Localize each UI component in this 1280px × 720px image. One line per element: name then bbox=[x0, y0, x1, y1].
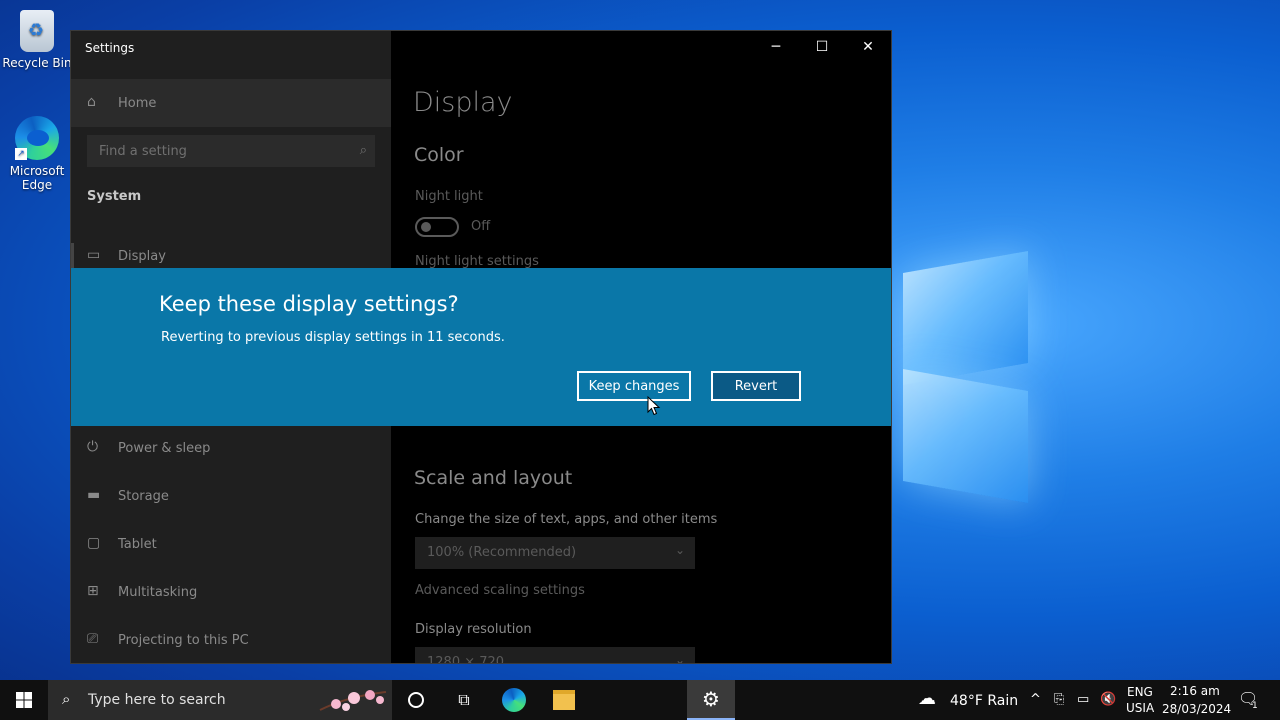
night-light-toggle[interactable] bbox=[415, 217, 459, 237]
sidebar-item-label: Multitasking bbox=[118, 585, 198, 600]
cortana-button[interactable] bbox=[392, 680, 440, 720]
sidebar-section-heading: System bbox=[87, 189, 142, 204]
dialog-message: Reverting to previous display settings i… bbox=[161, 330, 505, 345]
windows-start-icon bbox=[16, 692, 32, 708]
window-title: Settings bbox=[85, 41, 135, 55]
tablet-icon: ▢ bbox=[87, 535, 101, 551]
network-icon[interactable]: ▭ bbox=[1077, 692, 1089, 707]
night-light-state: Off bbox=[471, 219, 491, 234]
folder-icon bbox=[553, 690, 575, 710]
cherry-blossom-icon bbox=[319, 690, 387, 711]
clock-date[interactable]: 28/03/2024 bbox=[1162, 702, 1231, 716]
night-light-settings-link[interactable]: Night light settings bbox=[415, 254, 539, 269]
sidebar-item-label: Storage bbox=[118, 489, 169, 504]
selected-indicator bbox=[71, 243, 74, 271]
language-code[interactable]: ENG bbox=[1127, 685, 1153, 699]
sidebar-item-label: Home bbox=[118, 96, 157, 111]
desktop-icon-recycle-bin[interactable]: Recycle Bin bbox=[2, 10, 72, 70]
taskbar-file-explorer[interactable] bbox=[540, 680, 588, 720]
dialog-title: Keep these display settings? bbox=[159, 292, 459, 316]
keep-display-settings-dialog: Keep these display settings? Reverting t… bbox=[71, 268, 891, 426]
taskbar-edge[interactable] bbox=[490, 680, 538, 720]
gear-icon: ⚙ bbox=[702, 687, 720, 711]
volume-muted-icon[interactable]: 🔇 bbox=[1100, 692, 1116, 707]
resolution-dropdown[interactable]: 1280 × 720 ⌄ bbox=[415, 647, 695, 663]
scale-dropdown[interactable]: 100% (Recommended) ⌄ bbox=[415, 537, 695, 569]
notification-count-badge: 1 bbox=[1252, 701, 1258, 711]
desktop-icon-label: Recycle Bin bbox=[2, 56, 72, 70]
multitasking-icon: ⊞ bbox=[87, 583, 99, 599]
revert-button[interactable]: Revert bbox=[711, 371, 801, 401]
clock-time[interactable]: 2:16 am bbox=[1170, 684, 1220, 698]
home-icon: ⌂ bbox=[87, 94, 96, 110]
sidebar-item-label: Power & sleep bbox=[118, 441, 211, 456]
taskbar-settings[interactable]: ⚙ bbox=[687, 680, 735, 720]
monitor-icon: ▭ bbox=[87, 247, 101, 263]
resolution-label: Display resolution bbox=[415, 622, 532, 637]
night-light-label: Night light bbox=[415, 189, 483, 204]
scale-label: Change the size of text, apps, and other… bbox=[415, 512, 718, 527]
advanced-scaling-link[interactable]: Advanced scaling settings bbox=[415, 583, 585, 598]
meet-now-icon[interactable]: ⎘ bbox=[1054, 692, 1064, 707]
desktop-icon-microsoft-edge[interactable]: ↗ Microsoft Edge bbox=[2, 116, 72, 192]
resolution-dropdown-value: 1280 × 720 bbox=[427, 655, 505, 663]
task-view-button[interactable]: ⧉ bbox=[440, 680, 488, 720]
page-title: Display bbox=[413, 87, 513, 118]
projecting-icon: ⎚ bbox=[87, 631, 99, 647]
sidebar-item-label: Tablet bbox=[118, 537, 157, 552]
storage-icon: ▬ bbox=[87, 487, 101, 503]
search-icon: ⌕ bbox=[62, 690, 71, 708]
sidebar-item-label: Projecting to this PC bbox=[118, 633, 249, 648]
weather-rain-icon[interactable]: ☁ bbox=[918, 688, 936, 709]
shortcut-arrow-icon: ↗ bbox=[15, 148, 27, 160]
power-icon: ⏻ bbox=[87, 439, 99, 455]
desktop-icon-label: Microsoft Edge bbox=[9, 164, 65, 192]
taskbar-search-box[interactable]: ⌕ Type here to search bbox=[48, 680, 392, 720]
find-setting-input[interactable] bbox=[87, 135, 361, 167]
recycle-bin-icon bbox=[20, 10, 54, 52]
chevron-down-icon: ⌄ bbox=[674, 543, 685, 557]
cortana-circle-icon bbox=[408, 692, 424, 708]
start-button[interactable] bbox=[0, 680, 48, 720]
scale-dropdown-value: 100% (Recommended) bbox=[427, 545, 577, 560]
weather-text[interactable]: 48°F Rain bbox=[950, 693, 1018, 709]
find-setting-search: ⌕ bbox=[87, 135, 375, 167]
chevron-down-icon: ⌄ bbox=[674, 653, 685, 663]
edge-icon bbox=[502, 688, 526, 712]
keep-changes-button[interactable]: Keep changes bbox=[577, 371, 691, 401]
task-view-icon: ⧉ bbox=[458, 690, 470, 709]
keyboard-layout[interactable]: USIA bbox=[1126, 701, 1154, 715]
sidebar-item-label: Display bbox=[118, 249, 166, 264]
sidebar-item-home[interactable]: ⌂ Home bbox=[71, 79, 391, 127]
search-icon[interactable]: ⌕ bbox=[360, 143, 367, 158]
edge-icon: ↗ bbox=[15, 116, 59, 160]
taskbar-search-placeholder: Type here to search bbox=[88, 692, 226, 708]
scale-layout-heading: Scale and layout bbox=[414, 467, 573, 489]
taskbar: ⌕ Type here to search ⧉ ⚙ ☁ 48°F Rain ^ … bbox=[0, 680, 1280, 720]
color-heading: Color bbox=[414, 144, 464, 166]
chevron-up-icon[interactable]: ^ bbox=[1030, 692, 1041, 707]
windows-wallpaper-logo bbox=[895, 240, 1035, 504]
